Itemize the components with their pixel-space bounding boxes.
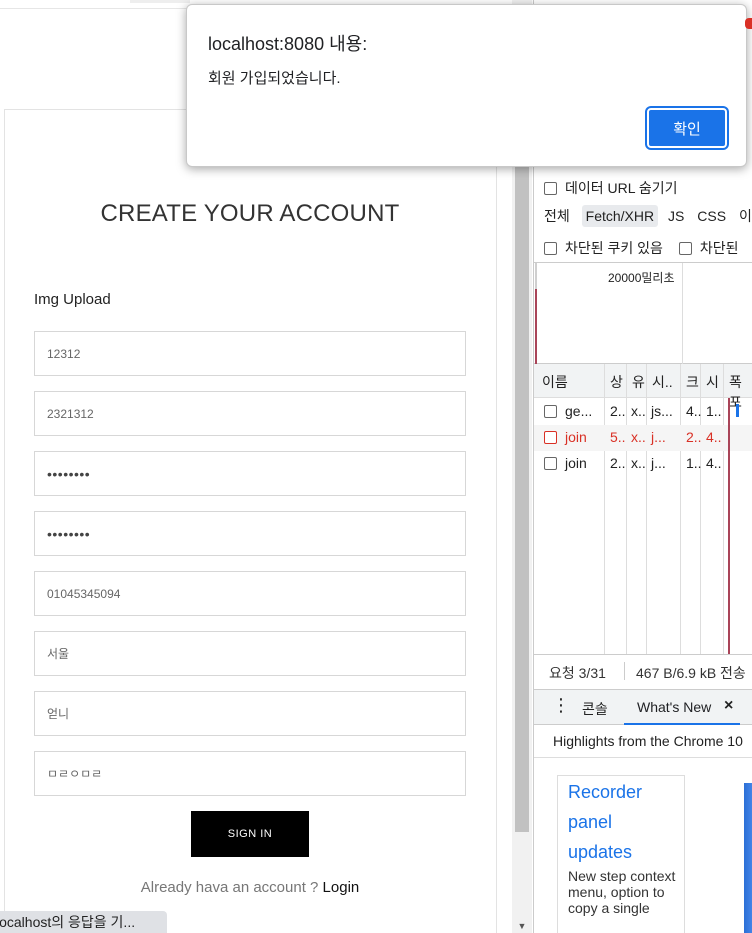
row-status: 2.. xyxy=(610,403,626,419)
requests-count: 요청 3/31 xyxy=(549,665,606,681)
close-icon[interactable]: × xyxy=(724,697,733,715)
already-text: Already hava an account ? xyxy=(140,879,323,896)
row-status: 2.. xyxy=(610,455,626,471)
phone-field[interactable]: 01045345094 xyxy=(34,571,466,616)
filter-more[interactable]: 이 xyxy=(739,208,752,224)
sign-in-button[interactable]: SIGN IN xyxy=(191,811,309,857)
alert-message: 회원 가입되었습니다. xyxy=(208,70,341,87)
row-type: x.. xyxy=(631,429,646,445)
drawer-tabbar: ⋮ 콘솔 What's New × xyxy=(534,689,752,725)
feature-image xyxy=(744,783,752,933)
error-indicator-icon xyxy=(745,18,752,29)
active-tab-indicator xyxy=(624,723,740,725)
city-field[interactable]: 서울 xyxy=(34,631,466,676)
row-type: x.. xyxy=(631,455,646,471)
row-initiator: j... xyxy=(651,429,666,445)
overview-gridline xyxy=(682,263,683,365)
scroll-down-icon[interactable]: ▼ xyxy=(516,920,528,932)
row-type: x.. xyxy=(631,403,646,419)
checkbox-icon[interactable] xyxy=(544,431,557,444)
row-status: 5.. xyxy=(610,429,626,445)
already-account-text: Already hava an account ? Login xyxy=(0,879,500,896)
status-text: localhost의 응답을 기... xyxy=(0,914,136,930)
user-id-field[interactable]: 2321312 xyxy=(34,391,466,436)
checkbox-icon[interactable] xyxy=(544,242,557,255)
table-row[interactable]: join 2.. x.. j... 1.. 4.. xyxy=(534,451,752,477)
blocked-requests-label: 차단된 xyxy=(699,240,739,256)
more-options-icon[interactable]: ⋮ xyxy=(552,696,570,714)
overview-marker xyxy=(535,263,537,289)
row-initiator: js... xyxy=(651,403,673,419)
tab-whats-new[interactable]: What's New xyxy=(637,699,711,715)
row-name: ge... xyxy=(565,403,593,419)
hide-data-url-label: 데이터 URL 숨기기 xyxy=(565,180,678,196)
filter-css[interactable]: CSS xyxy=(697,208,726,224)
column-size[interactable]: 크 xyxy=(686,372,699,392)
column-name[interactable]: 이름 xyxy=(542,372,568,392)
browser-status-bar: localhost의 응답을 기... xyxy=(0,911,167,933)
column-status[interactable]: 상 xyxy=(610,372,623,392)
username-field[interactable]: 12312 xyxy=(34,331,466,376)
column-time[interactable]: 시 xyxy=(706,372,719,392)
filter-all[interactable]: 전체 xyxy=(544,208,570,224)
filter-js[interactable]: JS xyxy=(668,208,684,224)
row-initiator: j... xyxy=(651,455,666,471)
network-overview[interactable]: 20000밀리초 xyxy=(534,262,752,365)
row-size: 1.. xyxy=(686,455,702,471)
row-time: 1.. xyxy=(706,403,722,419)
checkbox-icon[interactable] xyxy=(544,405,557,418)
table-row[interactable]: join 5.. x.. j... 2.. 4.. xyxy=(534,425,752,451)
row-size: 2.. xyxy=(686,429,702,445)
row-time: 4.. xyxy=(706,429,722,445)
status-divider xyxy=(624,662,625,680)
filter-fetch-xhr[interactable]: Fetch/XHR xyxy=(581,205,659,227)
card-link-line[interactable]: Recorder xyxy=(568,782,642,803)
screen: CREATE YOUR ACCOUNT Img Upload 12312 232… xyxy=(0,0,752,933)
waterfall-bar xyxy=(736,404,739,417)
table-row[interactable]: ge... 2.. x.. js... 4.. 1.. xyxy=(534,399,752,425)
row-name: join xyxy=(565,455,587,471)
network-status-bar: 요청 3/31 467 B/6.9 kB 전송 xyxy=(534,654,752,688)
page-scrollbar-thumb[interactable] xyxy=(515,160,529,832)
password-field[interactable]: •••••••• xyxy=(34,451,466,496)
highlights-heading: Highlights from the Chrome 10 xyxy=(534,726,752,758)
blocked-filters: 차단된 쿠키 있음 차단된 xyxy=(544,238,752,258)
browser-tab-edge xyxy=(130,0,190,3)
alert-title: localhost:8080 내용: xyxy=(208,34,368,54)
password-confirm-field[interactable]: •••••••• xyxy=(34,511,466,556)
checkbox-icon[interactable] xyxy=(544,182,557,195)
img-upload-label[interactable]: Img Upload xyxy=(34,291,111,308)
waterfall-load-line xyxy=(728,398,730,654)
overview-load-line xyxy=(535,289,537,365)
highlights-text: Highlights from the Chrome 10 xyxy=(553,733,743,749)
alert-dialog: localhost:8080 내용: 회원 가입되었습니다. 확인 xyxy=(186,4,747,167)
network-table-header: 이름 상 유 시.. 크 시 폭포 xyxy=(534,364,752,410)
address-field[interactable]: 얻니 xyxy=(34,691,466,736)
checkbox-icon[interactable] xyxy=(544,457,557,470)
row-size: 4.. xyxy=(686,403,702,419)
card-link-line[interactable]: updates xyxy=(568,842,632,863)
tab-console[interactable]: 콘솔 xyxy=(582,699,608,719)
page-title: CREATE YOUR ACCOUNT xyxy=(100,200,400,227)
transfer-size: 467 B/6.9 kB 전송 xyxy=(636,665,746,681)
row-time: 4.. xyxy=(706,455,722,471)
timeline-label: 20000밀리초 xyxy=(608,271,675,285)
column-type[interactable]: 유 xyxy=(632,372,645,392)
hide-data-url-option[interactable]: 데이터 URL 숨기기 xyxy=(544,178,752,198)
card-link-line[interactable]: panel xyxy=(568,812,612,833)
whats-new-card[interactable]: Recorder panel updates New step context … xyxy=(557,775,685,933)
login-link[interactable]: Login xyxy=(323,879,360,896)
detail-field[interactable]: ㅁㄹㅇㅁㄹ xyxy=(34,751,466,796)
filter-bar: 전체 Fetch/XHR JS CSS 이 xyxy=(544,205,752,227)
column-initiator[interactable]: 시.. xyxy=(652,372,673,392)
ok-button[interactable]: 확인 xyxy=(647,108,727,148)
row-name: join xyxy=(565,429,587,445)
checkbox-icon[interactable] xyxy=(678,242,692,255)
card-description: New step context menu, option to copy a … xyxy=(568,868,676,916)
blocked-cookies-label: 차단된 쿠키 있음 xyxy=(565,240,663,256)
